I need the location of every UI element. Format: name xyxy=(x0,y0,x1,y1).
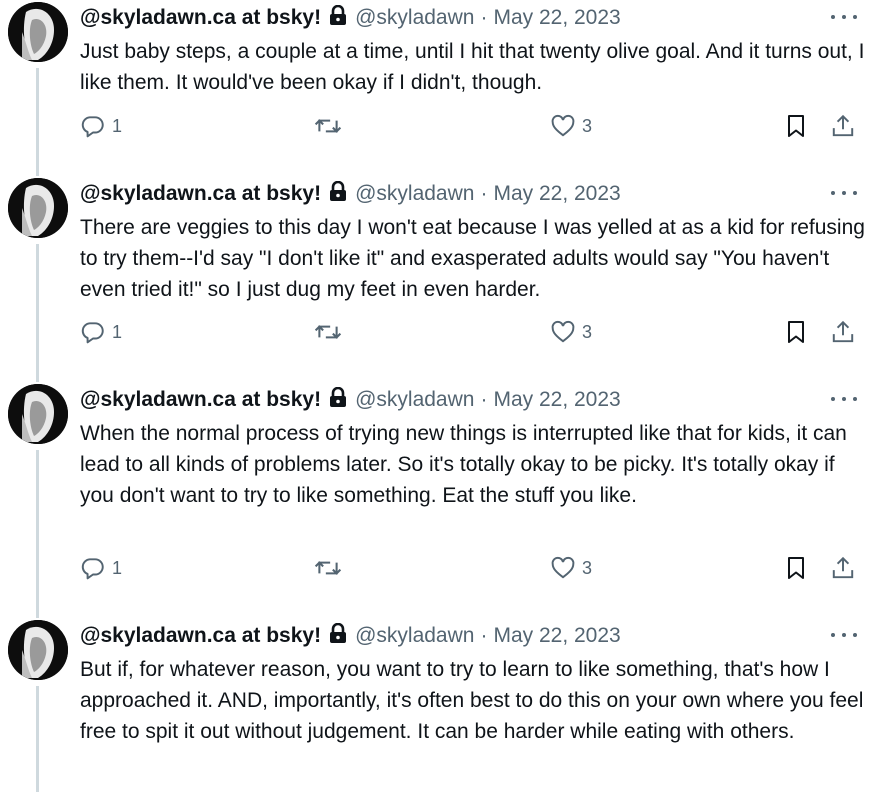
bookmark-button[interactable] xyxy=(784,113,808,139)
reply-button[interactable]: 1 xyxy=(80,113,122,139)
bookmark-icon xyxy=(788,115,804,137)
lock-icon xyxy=(329,180,347,208)
bookmark-button[interactable] xyxy=(784,555,808,581)
tweet-actions: 1 3 xyxy=(80,113,870,143)
share-icon xyxy=(832,320,854,343)
reply-count: 1 xyxy=(112,115,123,136)
share-icon xyxy=(832,114,854,137)
tweet-actions: 1 3 xyxy=(80,319,870,349)
separator: · xyxy=(480,388,488,411)
reply-count: 1 xyxy=(112,321,123,342)
tweet[interactable]: @skyladawn.ca at bsky! @skyladawn · May … xyxy=(0,384,875,614)
tweet[interactable]: @skyladawn.ca at bsky! @skyladawn · May … xyxy=(0,620,875,792)
avatar[interactable] xyxy=(8,2,68,62)
tweet-text: But if, for whatever reason, you want to… xyxy=(80,658,864,743)
tweet-text: When the normal process of trying new th… xyxy=(80,422,847,507)
bookmark-button[interactable] xyxy=(784,319,808,345)
separator: · xyxy=(480,6,488,29)
share-icon xyxy=(832,556,854,579)
tweet-text: Just baby steps, a couple at a time, unt… xyxy=(80,40,865,94)
retweet-icon xyxy=(314,325,342,339)
like-count: 3 xyxy=(582,557,593,578)
share-button[interactable] xyxy=(830,319,856,345)
retweet-icon xyxy=(314,119,342,133)
separator: · xyxy=(480,624,488,647)
reply-icon xyxy=(81,116,104,138)
reply-count: 1 xyxy=(112,557,123,578)
heart-icon xyxy=(551,320,575,343)
display-name[interactable]: @skyladawn.ca at bsky! xyxy=(80,388,321,412)
bookmark-icon xyxy=(788,321,804,343)
heart-icon xyxy=(551,556,575,579)
share-button[interactable] xyxy=(830,113,856,139)
avatar[interactable] xyxy=(8,178,68,238)
lock-icon xyxy=(329,4,347,32)
like-count: 3 xyxy=(582,115,593,136)
avatar[interactable] xyxy=(8,384,68,444)
retweet-button[interactable] xyxy=(314,555,342,581)
handle[interactable]: @skyladawn xyxy=(355,182,474,206)
like-button[interactable]: 3 xyxy=(550,319,592,345)
tweet-header: @skyladawn.ca at bsky! @skyladawn · May … xyxy=(80,385,621,415)
tweet-actions: 1 3 xyxy=(80,555,870,585)
display-name[interactable]: @skyladawn.ca at bsky! xyxy=(80,182,321,206)
timestamp[interactable]: May 22, 2023 xyxy=(493,388,620,412)
handle[interactable]: @skyladawn xyxy=(355,624,474,648)
reply-icon xyxy=(81,322,104,344)
more-icon[interactable] xyxy=(831,624,857,646)
more-icon[interactable] xyxy=(831,182,857,204)
timestamp[interactable]: May 22, 2023 xyxy=(493,624,620,648)
like-button[interactable]: 3 xyxy=(550,555,592,581)
reply-button[interactable]: 1 xyxy=(80,319,122,345)
retweet-button[interactable] xyxy=(314,319,342,345)
tweet-header: @skyladawn.ca at bsky! @skyladawn · May … xyxy=(80,621,621,651)
bookmark-icon xyxy=(788,557,804,579)
more-icon[interactable] xyxy=(831,388,857,410)
lock-icon xyxy=(329,386,347,414)
separator: · xyxy=(480,182,488,205)
tweet-text: There are veggies to this day I won't ea… xyxy=(80,216,865,301)
lock-icon xyxy=(329,622,347,650)
retweet-button[interactable] xyxy=(314,113,342,139)
retweet-icon xyxy=(314,561,342,575)
reply-button[interactable]: 1 xyxy=(80,555,122,581)
more-icon[interactable] xyxy=(831,6,857,28)
timestamp[interactable]: May 22, 2023 xyxy=(493,6,620,30)
like-count: 3 xyxy=(582,321,593,342)
display-name[interactable]: @skyladawn.ca at bsky! xyxy=(80,6,321,30)
tweet[interactable]: @skyladawn.ca at bsky! @skyladawn · May … xyxy=(0,2,875,172)
like-button[interactable]: 3 xyxy=(550,113,592,139)
avatar[interactable] xyxy=(8,620,68,680)
timestamp[interactable]: May 22, 2023 xyxy=(493,182,620,206)
tweet[interactable]: @skyladawn.ca at bsky! @skyladawn · May … xyxy=(0,178,875,378)
reply-icon xyxy=(81,558,104,580)
handle[interactable]: @skyladawn xyxy=(355,388,474,412)
heart-icon xyxy=(551,114,575,137)
display-name[interactable]: @skyladawn.ca at bsky! xyxy=(80,624,321,648)
handle[interactable]: @skyladawn xyxy=(355,6,474,30)
tweet-header: @skyladawn.ca at bsky! @skyladawn · May … xyxy=(80,179,621,209)
tweet-header: @skyladawn.ca at bsky! @skyladawn · May … xyxy=(80,3,621,33)
share-button[interactable] xyxy=(830,555,856,581)
